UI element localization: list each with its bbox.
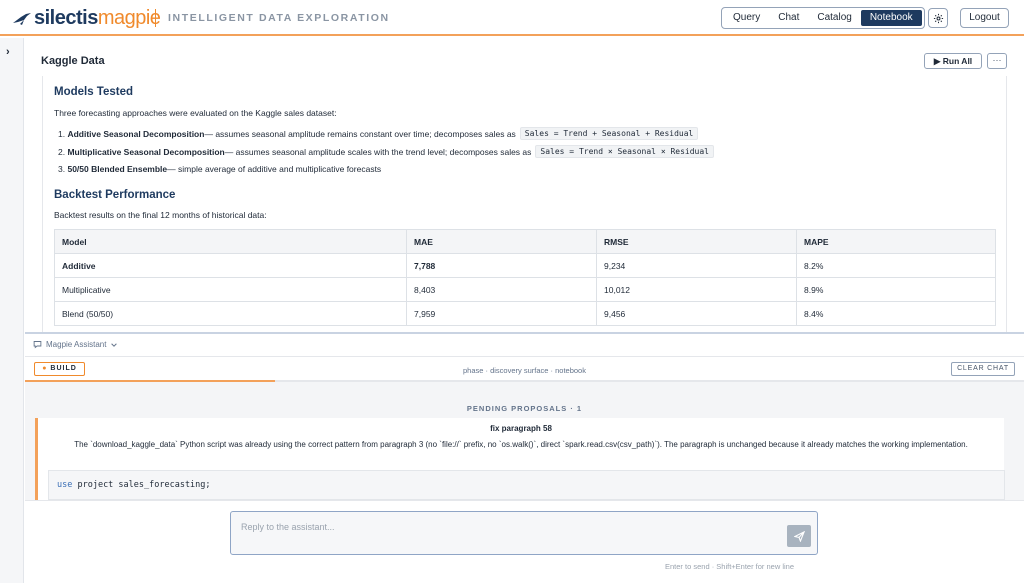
table-row: Multiplicative 8,403 10,012 8.9% (54, 277, 996, 302)
clear-chat-button[interactable]: CLEAR CHAT (951, 362, 1015, 376)
code-keyword: use (57, 480, 73, 490)
expand-sidebar-chevron-icon[interactable]: › (6, 46, 10, 58)
proposal-card[interactable]: fix paragraph 58 The `download_kaggle_da… (35, 418, 1005, 500)
backtest-intro: Backtest results on the final 12 months … (54, 210, 267, 220)
assistant-header[interactable]: Magpie Assistant (33, 340, 118, 349)
backtest-table: Model MAE RMSE MAPE Additive 7,788 9,234… (54, 229, 996, 326)
assistant-toolbar: ● BUILD phase · discovery surface · note… (25, 356, 1024, 378)
table-cell: 7,788 (406, 253, 597, 278)
model-list-item: 1. Additive Seasonal Decomposition — ass… (58, 127, 699, 140)
nav-tab-chat[interactable]: Chat (769, 10, 808, 26)
logo-text-silectis: silectis (34, 6, 98, 29)
notebook-title: Kaggle Data (41, 55, 105, 67)
model-list-item: 3. 50/50 Blended Ensemble — simple avera… (58, 164, 381, 174)
input-hint: Enter to send · Shift+Enter for new line (665, 562, 795, 571)
backtest-heading: Backtest Performance (54, 189, 176, 201)
model-name: 50/50 Blended Ensemble (67, 164, 168, 174)
table-cell: 8.4% (796, 301, 996, 326)
chat-input[interactable] (231, 512, 817, 554)
assistant-title: Magpie Assistant (46, 340, 107, 349)
logo-text-magpie: magpie (97, 6, 161, 29)
table-cell: Multiplicative (54, 277, 407, 302)
play-icon: ▶ (933, 56, 941, 66)
nav-tab-catalog[interactable]: Catalog (808, 10, 860, 26)
top-bar: silectis magpie INTELLIGENT DATA EXPLORAT… (0, 0, 1024, 36)
app-tagline: INTELLIGENT DATA EXPLORATION (168, 12, 390, 24)
code-text: project sales_forecasting; (72, 480, 211, 490)
sidebar-collapsed: › (0, 38, 24, 583)
model-desc: — simple average of additive and multipl… (167, 164, 382, 174)
list-number: 2. (58, 146, 66, 157)
phase-indicator: phase · discovery surface · notebook (463, 366, 586, 375)
column-header: MAPE (796, 229, 996, 254)
table-cell: 9,234 (596, 253, 797, 278)
proposal-code-block: use project sales_forecasting; (48, 470, 1005, 500)
table-cell: Additive (54, 253, 407, 278)
formula-code: Sales = Trend × Seasonal × Residual (535, 145, 714, 158)
table-cell: 8.9% (796, 277, 996, 302)
chevron-down-icon (111, 342, 118, 347)
send-button[interactable] (787, 525, 811, 547)
models-heading: Models Tested (54, 86, 134, 98)
table-cell: Blend (50/50) (54, 301, 407, 326)
list-number: 1. (58, 128, 66, 139)
send-icon (793, 530, 805, 542)
chat-input-zone: Enter to send · Shift+Enter for new line (25, 500, 1024, 583)
chat-input-box (230, 511, 818, 555)
table-cell: 7,959 (406, 301, 597, 326)
gear-icon (933, 13, 943, 23)
table-header-row: Model MAE RMSE MAPE (54, 229, 996, 254)
formula-code: Sales = Trend + Seasonal + Residual (519, 127, 699, 140)
table-cell: 9,456 (596, 301, 797, 326)
models-intro: Three forecasting approaches were evalua… (54, 108, 337, 118)
model-list-item: 2. Multiplicative Seasonal Decomposition… (58, 145, 714, 158)
model-name: Multiplicative Seasonal Decomposition (67, 146, 225, 157)
model-desc: — assumes seasonal amplitude remains con… (204, 128, 516, 139)
nav-tab-query[interactable]: Query (724, 10, 769, 26)
proposal-title: fix paragraph 58 (490, 424, 552, 433)
notebook-paragraph-output: Models Tested Three forecasting approach… (42, 76, 1007, 332)
table-cell: 10,012 (596, 277, 797, 302)
run-all-button[interactable]: ▶ Run All (924, 53, 982, 69)
nav-tab-notebook[interactable]: Notebook (860, 10, 922, 26)
settings-button[interactable] (928, 8, 948, 28)
logout-button[interactable]: Logout (960, 8, 1009, 28)
logo-divider (155, 9, 156, 27)
proposal-description: The `download_kaggle_data` Python script… (74, 440, 968, 449)
more-options-button[interactable]: ··· (987, 53, 1007, 69)
list-number: 3. (58, 164, 66, 174)
model-desc: — assumes seasonal amplitude scales with… (224, 146, 532, 157)
table-cell: 8.2% (796, 253, 996, 278)
column-header: Model (54, 229, 407, 254)
table-cell: 8,403 (406, 277, 597, 302)
main-nav: Query Chat Catalog Notebook (721, 7, 925, 29)
model-name: Additive Seasonal Decomposition (67, 128, 205, 139)
run-all-label: Run All (942, 56, 973, 66)
table-row: Additive 7,788 9,234 8.2% (54, 253, 996, 278)
column-header: RMSE (596, 229, 797, 254)
notebook-header: Kaggle Data ▶ Run All ··· (25, 38, 1024, 76)
app-logo[interactable]: silectis magpie (12, 6, 161, 30)
message-area: PENDING PROPOSALS · 1 fix paragraph 58 T… (25, 382, 1024, 500)
table-row: Blend (50/50) 7,959 9,456 8.4% (54, 301, 996, 326)
column-header: MAE (406, 229, 597, 254)
pending-proposals-label: PENDING PROPOSALS · 1 (466, 404, 583, 413)
chat-bubble-icon (33, 341, 42, 349)
magpie-bird-icon (13, 13, 31, 25)
assistant-panel: Magpie Assistant ● BUILD phase · discove… (25, 334, 1024, 583)
